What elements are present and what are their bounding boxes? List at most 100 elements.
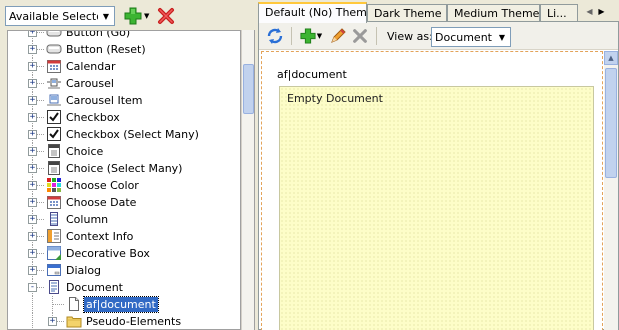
decorative-box-icon xyxy=(46,245,62,261)
chevron-down-icon: ▼ xyxy=(316,32,323,40)
tab-label: Li... xyxy=(547,7,567,20)
tree-item-label: Checkbox xyxy=(66,111,120,124)
gray-x-icon xyxy=(353,29,367,43)
expand-icon[interactable]: + xyxy=(28,215,37,224)
tree-item-label: Decorative Box xyxy=(66,247,150,260)
tree-item-label: Carousel Item xyxy=(66,94,143,107)
tree-item[interactable]: + Column xyxy=(8,211,240,228)
tab-medium-theme[interactable]: Medium Theme xyxy=(447,4,540,22)
checkbox-icon xyxy=(46,109,62,125)
view-as-dropdown[interactable]: Document ▼ xyxy=(431,27,511,47)
tree-item[interactable]: + Choice xyxy=(8,143,240,160)
expand-icon[interactable]: + xyxy=(28,181,37,190)
context-info-icon xyxy=(46,228,62,244)
preview-pane: Default (No) Theme Dark Theme Medium The… xyxy=(258,0,619,330)
tree-item-label: Pseudo-Elements xyxy=(86,315,182,328)
choice-icon xyxy=(46,143,62,159)
add-button[interactable]: ▼ xyxy=(297,26,325,46)
preview-document[interactable]: Empty Document xyxy=(279,86,594,330)
tree-item-label: Button (Reset) xyxy=(66,43,146,56)
tree-item[interactable]: + Calendar xyxy=(8,58,240,75)
tree-item-label: Context Info xyxy=(66,230,134,243)
expand-icon[interactable]: + xyxy=(28,113,37,122)
tree-item[interactable]: af|document xyxy=(8,296,240,313)
editor-toolbar: ▼ View as: Document ▼ xyxy=(259,22,618,50)
red-x-icon xyxy=(158,8,174,24)
toolbar-separator xyxy=(291,27,292,45)
tree-item[interactable]: - Document xyxy=(8,279,240,296)
tree-scrollbar-thumb[interactable] xyxy=(243,64,254,114)
tree-item-label: Button (Go) xyxy=(66,30,131,39)
tree-item[interactable]: + Dialog xyxy=(8,262,240,279)
tree-item-label: Choose Date xyxy=(66,196,137,209)
preview-scrollbar-thumb[interactable] xyxy=(605,68,617,178)
page-icon xyxy=(66,296,82,312)
tab-scroll-left-icon[interactable]: ◀ xyxy=(584,5,595,19)
tree-item-label: Document xyxy=(66,281,123,294)
tree-item[interactable]: + Checkbox xyxy=(8,109,240,126)
tree-item[interactable]: + Carousel Item xyxy=(8,92,240,109)
button-icon xyxy=(46,41,62,57)
tree-item[interactable]: + Context Info xyxy=(8,228,240,245)
preview-scrollbar[interactable]: ▲ xyxy=(604,51,618,330)
chevron-down-icon: ▼ xyxy=(144,12,150,20)
tree-item[interactable]: + Button (Go) xyxy=(8,30,240,41)
delete-button[interactable] xyxy=(350,26,370,46)
scroll-up-icon[interactable]: ▲ xyxy=(604,51,618,65)
edit-button[interactable] xyxy=(328,26,348,46)
refresh-icon xyxy=(267,28,283,44)
folder-icon xyxy=(66,313,82,329)
expand-icon[interactable]: + xyxy=(28,147,37,156)
tree-item-label: Choice (Select Many) xyxy=(66,162,183,175)
tree-item[interactable]: + Carousel xyxy=(8,75,240,92)
preview-document-text: Empty Document xyxy=(287,92,383,105)
carousel-item-icon xyxy=(46,92,62,108)
available-selectors-dropdown[interactable]: Available Selectors ▼ xyxy=(5,6,115,26)
expand-icon[interactable]: + xyxy=(28,31,37,37)
preview-selector-path: af|document xyxy=(277,68,347,81)
expand-icon[interactable]: + xyxy=(28,130,37,139)
expand-icon[interactable]: + xyxy=(28,266,37,275)
refresh-button[interactable] xyxy=(265,26,285,46)
tab-dark-theme[interactable]: Dark Theme xyxy=(367,4,447,22)
expand-icon[interactable]: + xyxy=(28,164,37,173)
tree-item[interactable]: + Decorative Box xyxy=(8,245,240,262)
tab-light-theme[interactable]: Li... xyxy=(540,4,578,22)
choice-icon xyxy=(46,160,62,176)
tree-item[interactable]: + Checkbox (Select Many) xyxy=(8,126,240,143)
tree-item-label: Dialog xyxy=(66,264,102,277)
expand-icon[interactable]: + xyxy=(28,198,37,207)
tree-item-label: Choose Color xyxy=(66,179,139,192)
tree-item[interactable]: + Choose Date xyxy=(8,194,240,211)
tab-scroll-right-icon[interactable]: ▶ xyxy=(596,5,607,19)
chevron-down-icon: ▼ xyxy=(102,11,110,21)
tree-item[interactable]: + Choose Color xyxy=(8,177,240,194)
expand-icon[interactable]: + xyxy=(28,249,37,258)
expand-icon[interactable]: + xyxy=(48,317,57,326)
expand-icon[interactable]: + xyxy=(28,232,37,241)
tree-item[interactable]: + Pseudo-Elements xyxy=(8,313,240,329)
add-selector-button[interactable]: ▼ xyxy=(124,6,154,26)
tree-item[interactable]: + Button (Reset) xyxy=(8,41,240,58)
expand-icon[interactable]: + xyxy=(28,45,37,54)
tree-scrollbar[interactable] xyxy=(241,30,254,330)
expand-icon[interactable]: + xyxy=(28,62,37,71)
tree-item[interactable]: + Choice (Select Many) xyxy=(8,160,240,177)
expand-icon[interactable]: + xyxy=(28,79,37,88)
pencil-icon xyxy=(331,28,346,43)
calendar-icon xyxy=(46,58,62,74)
chevron-down-icon: ▼ xyxy=(498,32,506,42)
delete-selector-button[interactable] xyxy=(156,6,176,26)
tab-label: Medium Theme xyxy=(454,7,540,20)
theme-editor-panel: ▼ View as: Document ▼ af|document Empty … xyxy=(258,21,619,330)
expand-icon[interactable]: + xyxy=(28,96,37,105)
tree-guide-line xyxy=(52,304,64,305)
collapse-icon[interactable]: - xyxy=(28,283,37,292)
available-selectors-value: Available Selectors xyxy=(9,9,98,23)
preview-canvas: af|document Empty Document xyxy=(261,51,603,330)
document-icon xyxy=(46,279,62,295)
green-plus-icon xyxy=(124,7,142,25)
green-plus-icon xyxy=(300,28,316,44)
tab-default-no-theme[interactable]: Default (No) Theme xyxy=(258,2,367,23)
selectors-toolbar: Available Selectors ▼ ▼ xyxy=(0,0,255,30)
